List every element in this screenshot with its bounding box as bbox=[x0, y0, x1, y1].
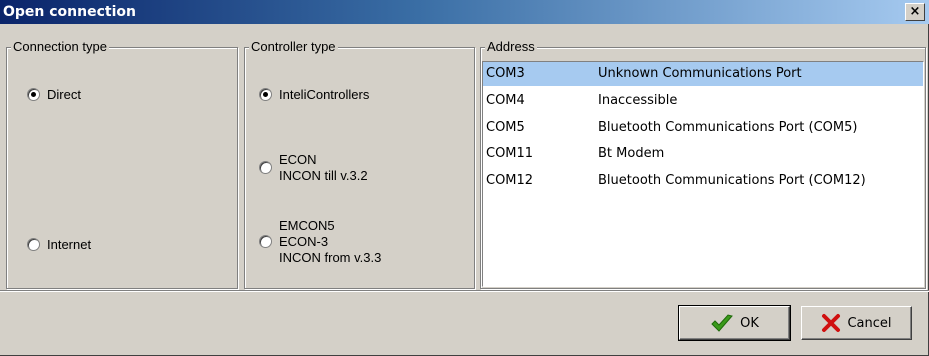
checkmark-icon bbox=[710, 313, 734, 333]
port-description: Bluetooth Communications Port (COM5) bbox=[598, 120, 858, 135]
port-description: Bt Modem bbox=[598, 146, 665, 161]
close-icon: × bbox=[909, 4, 921, 19]
radio-intelicontrollers-label: InteliControllers bbox=[279, 87, 370, 102]
radio-direct-label: Direct bbox=[47, 87, 81, 102]
radio-emcon5-button[interactable] bbox=[259, 235, 272, 248]
radio-internet-label: Internet bbox=[47, 237, 92, 252]
title-bar[interactable]: Open connection × bbox=[0, 0, 929, 24]
radio-internet-button[interactable] bbox=[27, 238, 40, 251]
port-name: COM4 bbox=[486, 93, 525, 108]
radio-intelicontrollers[interactable]: InteliControllers bbox=[259, 87, 369, 103]
radio-emcon5[interactable]: EMCON5 ECON-3 INCON from v.3.3 bbox=[259, 218, 381, 266]
close-button[interactable]: × bbox=[905, 3, 925, 21]
port-name: COM12 bbox=[486, 173, 534, 188]
x-icon bbox=[821, 313, 841, 333]
radio-econ[interactable]: ECON INCON till v.3.2 bbox=[259, 152, 368, 184]
radio-direct-button[interactable] bbox=[27, 88, 40, 101]
radio-econ-label: ECON INCON till v.3.2 bbox=[279, 152, 368, 183]
port-name: COM5 bbox=[486, 120, 525, 135]
cancel-button[interactable]: Cancel bbox=[801, 306, 912, 340]
address-row-com3[interactable]: COM3 Unknown Communications Port bbox=[483, 62, 923, 86]
port-name: COM3 bbox=[486, 66, 525, 81]
open-connection-dialog: Open connection × Connection type Direct… bbox=[0, 0, 929, 356]
address-row-com11[interactable]: COM11 Bt Modem bbox=[483, 142, 923, 166]
radio-emcon5-label: EMCON5 ECON-3 INCON from v.3.3 bbox=[279, 218, 382, 265]
radio-internet[interactable]: Internet bbox=[27, 237, 91, 253]
radio-intelicontrollers-button[interactable] bbox=[259, 88, 272, 101]
connection-type-legend: Connection type bbox=[11, 39, 109, 55]
address-legend: Address bbox=[485, 39, 537, 55]
port-description: Bluetooth Communications Port (COM12) bbox=[598, 173, 866, 188]
window-title: Open connection bbox=[3, 4, 136, 20]
radio-econ-button[interactable] bbox=[259, 161, 272, 174]
divider bbox=[0, 290, 929, 292]
port-description: Inaccessible bbox=[598, 93, 678, 108]
cancel-label: Cancel bbox=[847, 315, 892, 331]
address-list[interactable]: COM3 Unknown Communications Port COM4 In… bbox=[482, 61, 924, 287]
address-row-com4[interactable]: COM4 Inaccessible bbox=[483, 89, 923, 113]
port-description: Unknown Communications Port bbox=[598, 66, 802, 81]
ok-label: OK bbox=[740, 315, 759, 331]
controller-type-legend: Controller type bbox=[249, 39, 338, 55]
radio-direct[interactable]: Direct bbox=[27, 87, 81, 103]
address-row-com5[interactable]: COM5 Bluetooth Communications Port (COM5… bbox=[483, 116, 923, 140]
address-row-com12[interactable]: COM12 Bluetooth Communications Port (COM… bbox=[483, 169, 923, 193]
ok-button[interactable]: OK bbox=[678, 305, 791, 341]
port-name: COM11 bbox=[486, 146, 534, 161]
